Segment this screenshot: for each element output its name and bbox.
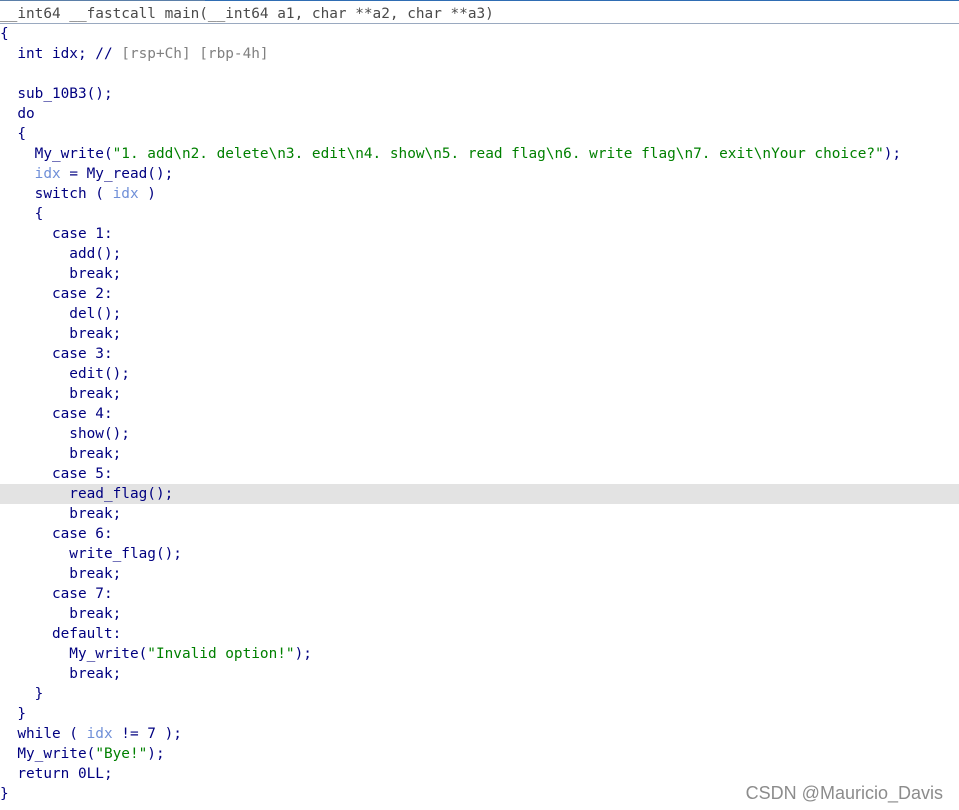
- code-line[interactable]: break;: [0, 264, 959, 284]
- code-line[interactable]: add();: [0, 244, 959, 264]
- code-line[interactable]: [0, 64, 959, 84]
- code-token: );: [294, 646, 312, 662]
- variable-token[interactable]: idx: [87, 726, 113, 742]
- code-line[interactable]: case 5:: [0, 464, 959, 484]
- code-line[interactable]: break;: [0, 324, 959, 344]
- code-token: My_write(: [0, 646, 148, 662]
- code-line[interactable]: idx = My_read();: [0, 164, 959, 184]
- code-token: case 4:: [0, 406, 113, 422]
- code-line[interactable]: My_write("Invalid option!");: [0, 644, 959, 664]
- code-token: edit();: [0, 366, 130, 382]
- code-token: __int64 __fastcall main(__int64 a1, char…: [0, 6, 494, 22]
- code-token: break;: [0, 606, 122, 622]
- code-token: do: [0, 106, 35, 122]
- code-token: case 2:: [0, 286, 113, 302]
- code-token: break;: [0, 566, 122, 582]
- top-border-line: [205, 0, 959, 1]
- code-token: break;: [0, 666, 122, 682]
- code-token: break;: [0, 386, 122, 402]
- code-token: {: [0, 26, 9, 42]
- code-token: case 1:: [0, 226, 113, 242]
- code-token: add();: [0, 246, 122, 262]
- code-line[interactable]: break;: [0, 384, 959, 404]
- variable-token[interactable]: idx: [35, 166, 61, 182]
- code-line[interactable]: edit();: [0, 364, 959, 384]
- code-token: }: [0, 786, 9, 802]
- code-token: = My_read();: [60, 166, 174, 182]
- code-line[interactable]: case 3:: [0, 344, 959, 364]
- code-token: default:: [0, 626, 122, 642]
- code-token: );: [883, 146, 902, 162]
- code-token: write_flag();: [0, 546, 182, 562]
- code-line[interactable]: show();: [0, 424, 959, 444]
- code-line-current[interactable]: read_flag();: [0, 484, 959, 504]
- code-line[interactable]: sub_10B3();: [0, 84, 959, 104]
- code-line[interactable]: return 0LL;: [0, 764, 959, 784]
- code-token: case 5:: [0, 466, 113, 482]
- code-token: {: [0, 206, 44, 222]
- code-line[interactable]: break;: [0, 444, 959, 464]
- code-token: );: [147, 746, 165, 762]
- comment-token: [rsp+Ch] [rbp-4h]: [121, 46, 269, 62]
- string-literal: "Invalid option!": [147, 646, 295, 662]
- code-line[interactable]: write_flag();: [0, 544, 959, 564]
- code-token: ): [138, 186, 156, 202]
- code-token: }: [0, 686, 44, 702]
- code-line[interactable]: int idx; // [rsp+Ch] [rbp-4h]: [0, 44, 959, 64]
- code-line[interactable]: {: [0, 24, 959, 44]
- code-line[interactable]: break;: [0, 604, 959, 624]
- code-line[interactable]: {: [0, 204, 959, 224]
- code-token: sub_10B3();: [0, 86, 113, 102]
- code-token: My_write(: [0, 746, 96, 762]
- code-line[interactable]: do: [0, 104, 959, 124]
- code-line[interactable]: case 1:: [0, 224, 959, 244]
- code-line[interactable]: My_write("1. add\n2. delete\n3. edit\n4.…: [0, 144, 959, 164]
- code-token: while (: [0, 726, 87, 742]
- code-line[interactable]: My_write("Bye!");: [0, 744, 959, 764]
- code-token: show();: [0, 426, 130, 442]
- window-top-border: [0, 0, 959, 3]
- code-token: break;: [0, 446, 122, 462]
- code-line[interactable]: break;: [0, 564, 959, 584]
- code-token: case 3:: [0, 346, 113, 362]
- code-line[interactable]: while ( idx != 7 );: [0, 724, 959, 744]
- code-token: read_flag();: [0, 486, 174, 502]
- code-line[interactable]: case 7:: [0, 584, 959, 604]
- code-line[interactable]: case 4:: [0, 404, 959, 424]
- code-line[interactable]: {: [0, 124, 959, 144]
- code-line[interactable]: default:: [0, 624, 959, 644]
- code-line[interactable]: }: [0, 704, 959, 724]
- code-token: del();: [0, 306, 122, 322]
- code-token: {: [0, 126, 26, 142]
- code-token: break;: [0, 266, 122, 282]
- code-line[interactable]: case 6:: [0, 524, 959, 544]
- code-token: switch (: [0, 186, 113, 202]
- string-literal: "Bye!": [95, 746, 148, 762]
- string-literal: "1. add\n2. delete\n3. edit\n4. show\n5.…: [112, 146, 884, 162]
- code-token: break;: [0, 506, 122, 522]
- code-token: }: [0, 706, 26, 722]
- watermark: CSDN @Mauricio_Davis: [745, 783, 943, 803]
- code-line[interactable]: __int64 __fastcall main(__int64 a1, char…: [0, 4, 959, 24]
- code-line[interactable]: break;: [0, 664, 959, 684]
- code-line[interactable]: }: [0, 684, 959, 704]
- code-line[interactable]: case 2:: [0, 284, 959, 304]
- code-line[interactable]: switch ( idx ): [0, 184, 959, 204]
- code-token: break;: [0, 326, 122, 342]
- code-token: return 0LL;: [0, 766, 113, 782]
- pseudocode-view[interactable]: __int64 __fastcall main(__int64 a1, char…: [0, 4, 959, 804]
- code-line[interactable]: del();: [0, 304, 959, 324]
- variable-token[interactable]: idx: [113, 186, 139, 202]
- tab-edge: [0, 0, 205, 1]
- code-token: != 7 );: [112, 726, 182, 742]
- code-token: My_write(: [0, 146, 113, 162]
- code-token: case 6:: [0, 526, 113, 542]
- code-token: case 7:: [0, 586, 113, 602]
- code-token: int idx; //: [0, 46, 122, 62]
- code-line[interactable]: break;: [0, 504, 959, 524]
